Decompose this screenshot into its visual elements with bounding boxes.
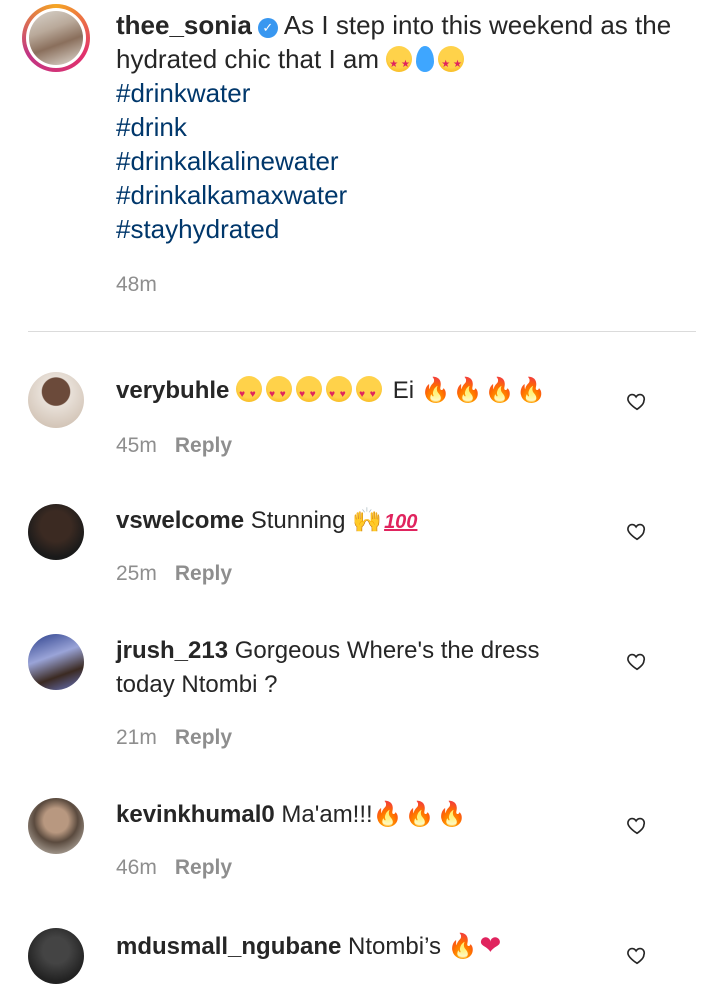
fire-emoji-icon: 🔥 — [372, 801, 403, 828]
comment-body: Stunning — [250, 507, 346, 534]
heart-eyes-emoji-icon — [296, 376, 323, 412]
post-timestamp: 48m — [116, 273, 157, 296]
avatar[interactable] — [28, 372, 84, 428]
comment-username[interactable]: verybuhle — [116, 377, 229, 404]
comment-meta: 46m Reply — [116, 856, 232, 880]
droplet-emoji-icon — [416, 46, 435, 72]
fire-emoji-icon: 🔥 — [452, 377, 483, 404]
hashtag-link[interactable]: #drink — [116, 110, 706, 144]
comment-username[interactable]: vswelcome — [116, 507, 244, 534]
avatar[interactable] — [28, 928, 84, 984]
heart-eyes-emoji-icon — [266, 376, 293, 412]
fire-emoji-icon: 🔥 — [436, 801, 467, 828]
fire-emoji-icon: 🔥 — [484, 377, 515, 404]
comment-username[interactable]: jrush_213 — [116, 637, 228, 664]
hundred-points-emoji-icon: 100 — [384, 511, 418, 533]
fire-emoji-icon: 🔥 — [516, 377, 547, 404]
comment-body: Ma'am!!! — [281, 801, 373, 828]
fire-emoji-icon: 🔥 — [404, 801, 435, 828]
heart-eyes-emoji-icon — [356, 376, 383, 412]
comment-timestamp: 21m — [116, 726, 157, 749]
divider — [28, 331, 696, 332]
reply-button[interactable]: Reply — [175, 562, 232, 585]
avatar[interactable] — [28, 504, 84, 560]
comment-body: Ntombi’s — [348, 933, 441, 960]
poster-username[interactable]: thee_sonia — [116, 10, 252, 40]
comment-text: mdusmall_ngubane Ntombi’s 🔥❤ — [116, 928, 596, 964]
comment-meta: 45m Reply — [116, 434, 232, 458]
verified-badge-icon: ✓ — [257, 18, 278, 38]
avatar[interactable] — [28, 798, 84, 854]
comment-meta: 25m Reply — [116, 562, 232, 586]
comment-timestamp: 46m — [116, 856, 157, 879]
hashtag-link[interactable]: #drinkwater — [116, 76, 706, 110]
hashtag-link[interactable]: #drinkalkamaxwater — [116, 178, 706, 212]
heart-eyes-emoji-icon — [326, 376, 353, 412]
heart-outline-icon[interactable] — [626, 390, 648, 412]
reply-button[interactable]: Reply — [175, 434, 232, 457]
heart-outline-icon[interactable] — [626, 814, 648, 836]
poster-avatar[interactable] — [22, 4, 90, 72]
comment-body: Ei — [392, 377, 415, 404]
fire-emoji-icon: 🔥 — [447, 933, 478, 960]
poster-photo — [29, 11, 83, 65]
comment-username[interactable]: mdusmall_ngubane — [116, 933, 341, 960]
comment-meta: 21m Reply — [116, 726, 232, 750]
fire-emoji-icon: 🔥 — [420, 377, 451, 404]
hashtag-link[interactable]: #drinkalkalinewater — [116, 144, 706, 178]
hashtag-link[interactable]: #stayhydrated — [116, 212, 706, 246]
avatar[interactable] — [28, 634, 84, 690]
comment-timestamp: 45m — [116, 434, 157, 457]
heart-outline-icon[interactable] — [626, 650, 648, 672]
heart-outline-icon[interactable] — [626, 944, 648, 966]
comment-text: jrush_213 Gorgeous Where's the dress tod… — [116, 634, 596, 702]
heart-eyes-emoji-icon — [236, 376, 263, 412]
post-caption: thee_sonia ✓ As I step into this weekend a… — [0, 0, 720, 330]
comment-text: vswelcome Stunning 🙌 100 — [116, 504, 596, 539]
raising-hands-emoji-icon: 🙌 — [352, 507, 383, 534]
comment-text: verybuhle Ei 🔥🔥🔥🔥 — [116, 374, 596, 412]
reply-button[interactable]: Reply — [175, 726, 232, 749]
comment-timestamp: 25m — [116, 562, 157, 585]
reply-button[interactable]: Reply — [175, 856, 232, 879]
red-heart-emoji-icon: ❤ — [479, 930, 502, 960]
comment-username[interactable]: kevinkhumal0 — [116, 801, 275, 828]
star-eyes-emoji-icon — [438, 46, 465, 82]
heart-outline-icon[interactable] — [626, 520, 648, 542]
comment-text: kevinkhumal0 Ma'am!!!🔥🔥🔥 — [116, 798, 596, 832]
star-eyes-emoji-icon — [386, 46, 413, 82]
caption-text: thee_sonia ✓ As I step into this weekend a… — [116, 8, 706, 302]
